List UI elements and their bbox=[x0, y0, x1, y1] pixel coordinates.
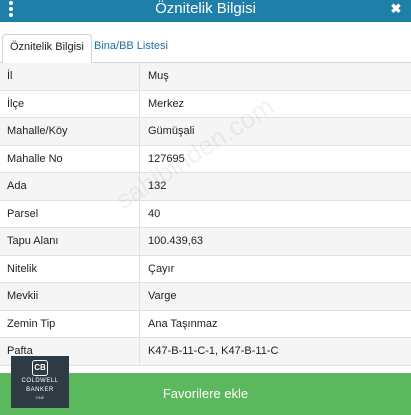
row-value: Gümüşali bbox=[148, 125, 195, 137]
row-key: Mahalle/Köy bbox=[7, 125, 68, 137]
table-row: Parsel 40 bbox=[0, 200, 411, 228]
row-key: Mevkii bbox=[7, 290, 39, 302]
row-value: 100.439,63 bbox=[148, 235, 204, 247]
logo-line3: ONE bbox=[35, 395, 45, 400]
attribute-table: İl Muş İlçe Merkez Mahalle/Köy Gümüşali Mah… bbox=[0, 63, 411, 366]
table-row: İl Muş bbox=[0, 63, 411, 91]
logo: CB COLDWELL BANKER ONE bbox=[11, 356, 69, 408]
row-value: 127695 bbox=[148, 152, 185, 165]
row-value: K47-B-11-C-1, K47-B-11-C bbox=[148, 345, 279, 357]
row-value: 40 bbox=[148, 207, 161, 220]
table-row: İlçe Merkez bbox=[0, 90, 411, 118]
tab-bar: Öznitelik Bilgisi Bina/BB Listesi bbox=[0, 22, 411, 64]
row-key: Nitelik bbox=[7, 262, 37, 275]
table-row: Nitelik Çayır bbox=[0, 255, 411, 283]
tab-bina-bb-listesi[interactable]: Bina/BB Listesi bbox=[87, 34, 175, 64]
tab-oznitelik-bilgisi[interactable]: Öznitelik Bilgisi bbox=[2, 34, 92, 64]
row-key: İl bbox=[7, 70, 13, 82]
table-row: Tapu Alanı 100.439,63 bbox=[0, 228, 411, 256]
row-key: Zemin Tip bbox=[7, 317, 56, 330]
row-key: Parsel bbox=[7, 207, 39, 220]
logo-line1: COLDWELL bbox=[21, 378, 59, 384]
row-key: Ada bbox=[7, 180, 27, 192]
row-value: Varge bbox=[148, 290, 177, 302]
row-key: İlçe bbox=[7, 97, 25, 110]
row-value: Ana Taşınmaz bbox=[148, 317, 218, 330]
row-value: Merkez bbox=[148, 97, 185, 110]
row-value: Çayır bbox=[148, 262, 175, 275]
table-row: Mahalle/Köy Gümüşali bbox=[0, 118, 411, 146]
row-value: 132 bbox=[148, 180, 167, 192]
table-row: Mevkii Varge bbox=[0, 283, 411, 311]
row-value: Muş bbox=[148, 70, 169, 82]
row-key: Tapu Alanı bbox=[7, 235, 59, 247]
close-icon[interactable]: ✖ bbox=[389, 0, 403, 18]
logo-line2: BANKER bbox=[26, 387, 54, 393]
table-row: Zemin Tip Ana Taşınmaz bbox=[0, 310, 411, 338]
logo-mark: CB bbox=[32, 360, 48, 376]
table-row: Mahalle No 127695 bbox=[0, 145, 411, 173]
row-key: Mahalle No bbox=[7, 152, 63, 165]
title-bar: Öznitelik Bilgisi ✖ bbox=[0, 0, 411, 22]
page-title: Öznitelik Bilgisi bbox=[155, 0, 256, 17]
table-row: Ada 132 bbox=[0, 173, 411, 201]
